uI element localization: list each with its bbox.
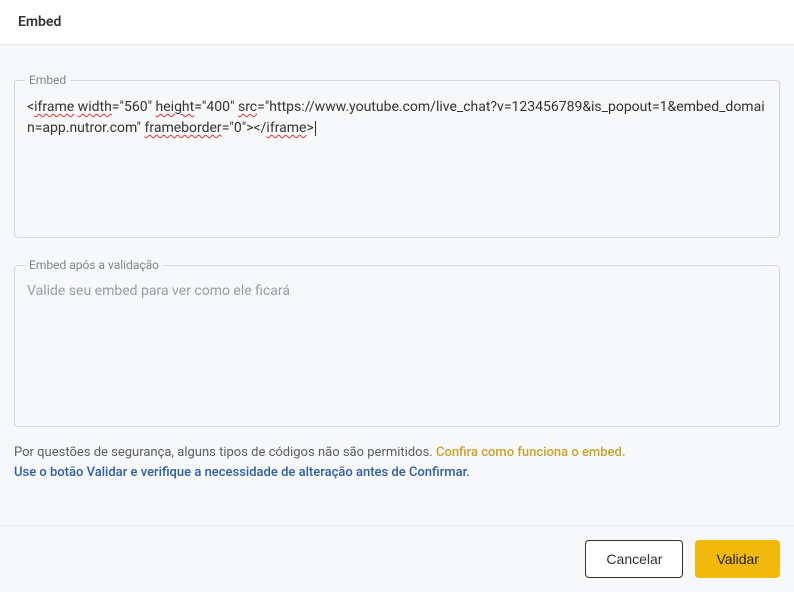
embed-input[interactable]: <iframe width="560" height="400" src="ht… (15, 87, 779, 237)
validate-hint-link[interactable]: Use o botão Validar e verifique a necess… (14, 465, 470, 480)
embed-info-link[interactable]: Confira como funciona o embed. (436, 445, 626, 460)
embed-legend: Embed (25, 73, 70, 87)
note-security-text: Por questões de segurança, alguns tipos … (14, 445, 436, 460)
validate-button[interactable]: Validar (695, 540, 780, 578)
embed-fieldset: Embed <iframe width="560" height="400" s… (14, 73, 780, 238)
page-header: Embed (0, 0, 794, 45)
validation-preview (15, 272, 779, 422)
validation-fieldset: Embed após a validação (14, 258, 780, 427)
footer-actions: Cancelar Validar (0, 525, 794, 592)
validation-legend: Embed após a validação (25, 258, 163, 272)
cancel-button[interactable]: Cancelar (585, 540, 683, 578)
page-title: Embed (18, 14, 776, 30)
main-content: Embed <iframe width="560" height="400" s… (0, 45, 794, 492)
notes-block: Por questões de segurança, alguns tipos … (14, 443, 780, 482)
